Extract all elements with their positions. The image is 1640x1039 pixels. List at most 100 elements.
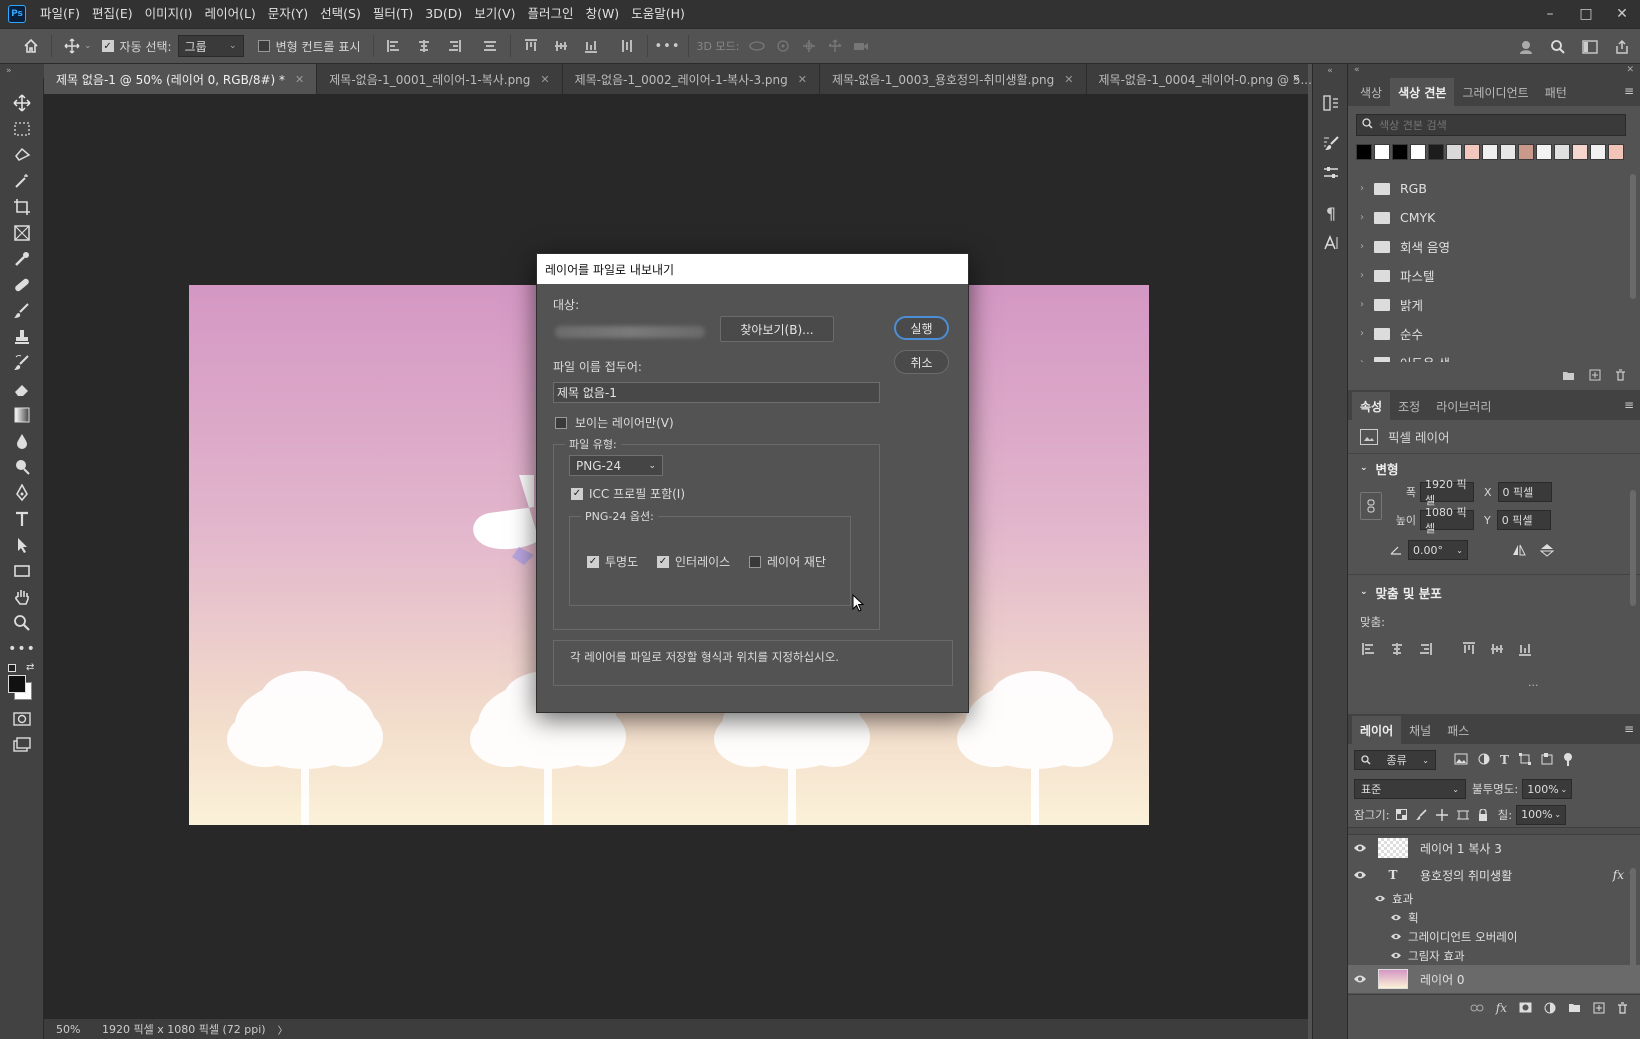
default-colors-icon[interactable]: [8, 664, 16, 672]
align-vcenter-icon[interactable]: [1490, 642, 1504, 656]
layer-row-selected[interactable]: 레이어 0: [1348, 965, 1640, 993]
blend-mode-dropdown[interactable]: 표준 ⌄: [1354, 779, 1466, 799]
3d-orbit-icon[interactable]: [745, 34, 769, 58]
align-hcenter-icon[interactable]: [1390, 642, 1404, 656]
swatch[interactable]: [1374, 144, 1390, 160]
lock-transparent-icon[interactable]: [1395, 808, 1407, 821]
dialog-title[interactable]: 레이어를 파일로 내보내기: [537, 254, 968, 284]
new-adjustment-icon[interactable]: [1544, 1002, 1556, 1014]
layer-row[interactable]: 레이어 1 복사 3: [1348, 835, 1640, 861]
align-top-icon[interactable]: [1462, 642, 1476, 656]
distribute-vertical-icon[interactable]: [615, 34, 639, 58]
layer-filter-kind[interactable]: 종류 ⌄: [1354, 750, 1436, 770]
distribute-icon[interactable]: [478, 34, 502, 58]
3d-slide-icon[interactable]: [823, 34, 847, 58]
effect-row[interactable]: 그레이디언트 오버레이: [1348, 927, 1640, 946]
healing-brush-tool-icon[interactable]: [0, 272, 44, 298]
swatch[interactable]: [1536, 144, 1552, 160]
effects-row[interactable]: 효과: [1348, 889, 1640, 908]
flip-vertical-icon[interactable]: [1540, 543, 1554, 557]
align-hcenter-icon[interactable]: [412, 34, 436, 58]
flip-horizontal-icon[interactable]: [1512, 544, 1526, 556]
filter-adjustment-icon[interactable]: [1478, 753, 1490, 767]
eye-icon[interactable]: [1384, 913, 1408, 922]
interlace-checkbox[interactable]: ✓: [657, 555, 669, 568]
user-cloud-icon[interactable]: [1514, 35, 1538, 59]
folder-pastel[interactable]: › 파스텔: [1348, 261, 1640, 290]
swatch[interactable]: [1392, 144, 1408, 160]
brush-settings-icon[interactable]: [1313, 128, 1349, 158]
path-selection-tool-icon[interactable]: [0, 532, 44, 558]
new-group-icon[interactable]: [1568, 1002, 1581, 1013]
history-icon[interactable]: [1313, 88, 1349, 118]
transform-controls-checkbox[interactable]: [257, 40, 270, 52]
swatch[interactable]: [1410, 144, 1426, 160]
align-vcenter-icon[interactable]: [549, 34, 573, 58]
history-brush-tool-icon[interactable]: [0, 350, 44, 376]
auto-select-checkbox[interactable]: ✓: [101, 40, 114, 52]
filter-pixel-icon[interactable]: [1454, 753, 1468, 767]
crop-tool-icon[interactable]: [0, 194, 44, 220]
tab-libraries[interactable]: 라이브러리: [1428, 392, 1499, 420]
chevron-down-icon[interactable]: ⌄: [84, 41, 92, 51]
align-left-icon[interactable]: [382, 34, 406, 58]
eye-icon[interactable]: [1348, 974, 1372, 984]
close-icon[interactable]: ✕: [798, 73, 807, 86]
visible-only-checkbox[interactable]: [555, 416, 567, 429]
rectangle-tool-icon[interactable]: [0, 558, 44, 584]
pen-tool-icon[interactable]: [0, 480, 44, 506]
swatches-search-input[interactable]: [1356, 114, 1626, 136]
hand-tool-icon[interactable]: [0, 584, 44, 610]
add-style-icon[interactable]: fx: [1496, 1001, 1507, 1015]
blur-tool-icon[interactable]: [0, 428, 44, 454]
eye-icon[interactable]: [1368, 894, 1392, 903]
auto-select-dropdown[interactable]: 그룹 ⌄: [177, 35, 244, 57]
panels-collapse-bar[interactable]: «✕: [1348, 64, 1640, 76]
tab-document-3[interactable]: 제목-없음-1_0002_레이어-1-복사-3.png ✕: [563, 64, 820, 94]
eye-icon[interactable]: [1348, 870, 1372, 880]
close-icon[interactable]: ✕: [295, 73, 304, 86]
tab-adjustments[interactable]: 조정: [1390, 392, 1428, 420]
height-field[interactable]: 1080 픽셀: [1420, 506, 1474, 535]
swatch[interactable]: [1590, 144, 1606, 160]
screen-mode-icon[interactable]: [0, 732, 44, 758]
more-options-icon[interactable]: •••: [655, 34, 680, 58]
brush-tool-icon[interactable]: [0, 298, 44, 324]
frame-tool-icon[interactable]: [0, 220, 44, 246]
close-icon[interactable]: ✕: [1064, 73, 1073, 86]
filter-toggle-icon[interactable]: [1563, 753, 1573, 767]
tab-properties[interactable]: 속성: [1352, 392, 1391, 420]
move-tool-preset-icon[interactable]: [60, 34, 84, 58]
eye-icon[interactable]: [1384, 951, 1408, 960]
type-tool-icon[interactable]: [0, 506, 44, 532]
folder-grayscale[interactable]: › 회색 음영: [1348, 232, 1640, 261]
edit-toolbar-icon[interactable]: •••: [0, 636, 44, 662]
lasso-tool-icon[interactable]: [0, 142, 44, 168]
lock-position-icon[interactable]: [1435, 808, 1448, 821]
run-button[interactable]: 실행: [894, 316, 949, 340]
icc-checkbox[interactable]: ✓: [571, 487, 583, 500]
opacity-field[interactable]: 100% ⌄: [1522, 779, 1573, 799]
swatch[interactable]: [1482, 144, 1498, 160]
menu-image[interactable]: 이미지(I): [139, 0, 199, 28]
swatch[interactable]: [1518, 144, 1534, 160]
swatch[interactable]: [1446, 144, 1462, 160]
dock-collapse-icon[interactable]: «: [1313, 64, 1347, 78]
tab-channels[interactable]: 채널: [1401, 716, 1439, 744]
layer-row[interactable]: T 용호정의 취미생활 fx ^: [1348, 861, 1640, 889]
magic-wand-tool-icon[interactable]: [0, 168, 44, 194]
layers-scrollbar[interactable]: [1630, 868, 1636, 980]
swatches-scrollbar[interactable]: [1630, 174, 1636, 299]
new-group-icon[interactable]: [1562, 370, 1575, 381]
tab-document-5[interactable]: 제목-없음-1_0004_레이어-0.png @ 5...: [1087, 64, 1324, 94]
zoom-level[interactable]: 50%: [56, 1023, 90, 1036]
angle-field[interactable]: 0.00° ⌄: [1408, 540, 1468, 560]
filter-shape-icon[interactable]: [1518, 753, 1531, 767]
delete-icon[interactable]: [1615, 369, 1626, 381]
folder-pure[interactable]: › 순수: [1348, 319, 1640, 348]
gradient-tool-icon[interactable]: [0, 402, 44, 428]
link-layers-icon[interactable]: [1470, 1004, 1484, 1012]
tab-patterns[interactable]: 패턴: [1537, 78, 1575, 106]
transform-section-header[interactable]: ⌄ 변형: [1348, 454, 1640, 482]
tab-layers[interactable]: 레이어: [1352, 716, 1402, 744]
